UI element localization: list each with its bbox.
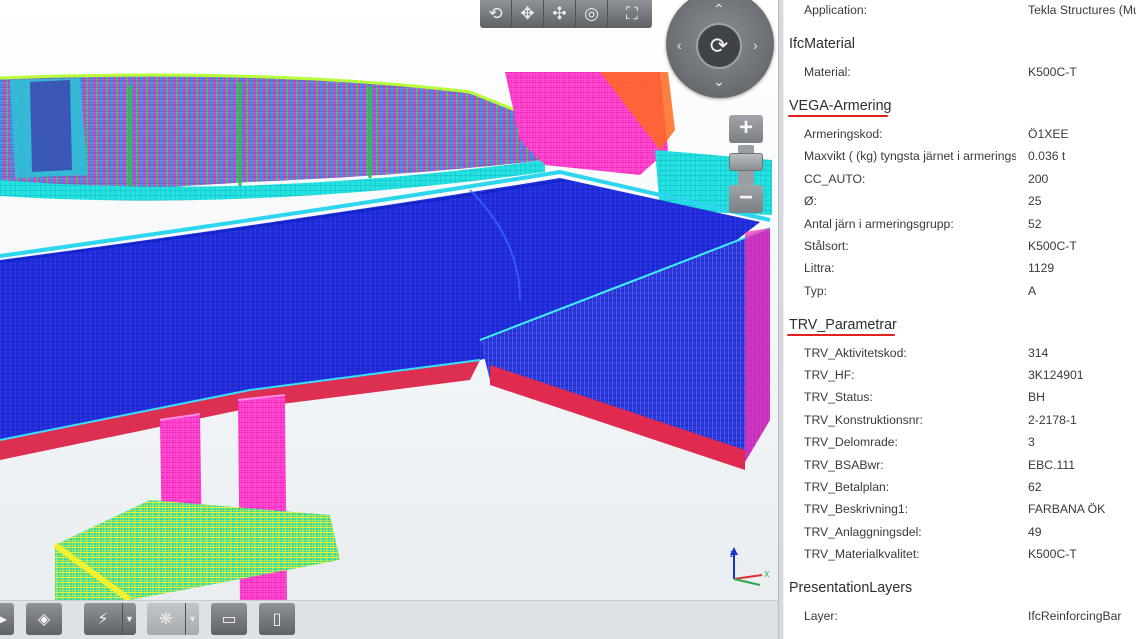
- fit-view-icon[interactable]: ⛶: [612, 0, 652, 28]
- axis-indicator-icon: Z X: [730, 547, 770, 586]
- 3d-viewport[interactable]: ⟲ ✥ ✣ ◎ ⛶ ⌃ ⌄ ‹ › ⟳ + − Z X ▸ ◈ ⚡▼ ❋▼: [0, 0, 778, 639]
- property-key: TRV_Aktivitetskod:: [804, 346, 907, 360]
- section-title-ifcmaterial[interactable]: IfcMaterial: [789, 34, 855, 54]
- property-value: FARBANA ÖK: [1028, 502, 1106, 516]
- property-value: 49: [1028, 525, 1042, 539]
- property-value: K500C-T: [1028, 65, 1077, 79]
- property-value: 3: [1028, 435, 1035, 449]
- orbit-icon[interactable]: ⟲: [480, 0, 512, 28]
- red-underline-annotation: [787, 334, 895, 336]
- walk-icon[interactable]: ✣: [544, 0, 576, 28]
- property-key: TRV_Beskrivning1:: [804, 502, 909, 516]
- property-key: Maxvikt ( (kg) tyngsta järnet i armering…: [804, 149, 1016, 163]
- svg-text:Z: Z: [730, 550, 735, 559]
- look-around-icon[interactable]: ◎: [576, 0, 608, 28]
- property-key: Application:: [804, 3, 868, 17]
- property-key: TRV_Delomrade:: [804, 435, 898, 449]
- properties-panel: Application: Tekla Structures (Mu IfcMat…: [784, 0, 1136, 639]
- arrow-left-icon[interactable]: ‹: [677, 38, 682, 52]
- property-value: BH: [1028, 390, 1045, 404]
- zoom-out-icon[interactable]: −: [729, 185, 763, 213]
- rotate-icon[interactable]: ⟳: [696, 23, 742, 69]
- red-underline-annotation: [788, 115, 888, 117]
- property-value: Tekla Structures (Mu: [1028, 3, 1136, 17]
- property-value: 1129: [1028, 261, 1055, 275]
- property-key: TRV_Betalplan:: [804, 480, 890, 494]
- property-value: 2-2178-1: [1028, 413, 1077, 427]
- property-value: K500C-T: [1028, 547, 1077, 561]
- property-key: TRV_Anlaggningsdel:: [804, 525, 922, 539]
- property-value: IfcReinforcingBar: [1028, 609, 1122, 623]
- property-key: TRV_BSABwr:: [804, 458, 884, 472]
- pan-icon[interactable]: ✥: [512, 0, 544, 28]
- property-value: 62: [1028, 480, 1042, 494]
- section-title-presentationlayers[interactable]: PresentationLayers: [789, 578, 912, 598]
- arrow-right-icon[interactable]: ›: [753, 38, 758, 52]
- property-value: 25: [1028, 194, 1042, 208]
- property-key: Material:: [804, 65, 851, 79]
- property-value: 314: [1028, 346, 1049, 360]
- play-icon[interactable]: ▸: [0, 603, 14, 635]
- property-key: Layer:: [804, 609, 838, 623]
- property-key: TRV_Materialkvalitet:: [804, 547, 920, 561]
- comment-icon[interactable]: ▭: [211, 603, 247, 635]
- property-key: CC_AUTO:: [804, 172, 866, 186]
- section-title-vega-armering[interactable]: VEGA-Armering: [789, 96, 892, 116]
- property-key: Ø:: [804, 194, 817, 208]
- property-key: Typ:: [804, 284, 828, 298]
- zoom-control: + −: [729, 115, 763, 215]
- property-key: Littra:: [804, 261, 835, 275]
- property-value: 52: [1028, 217, 1042, 231]
- property-key: TRV_HF:: [804, 368, 855, 382]
- property-key: Antal järn i armeringsgrupp:: [804, 217, 954, 231]
- property-key: TRV_Konstruktionsnr:: [804, 413, 923, 427]
- property-value: K500C-T: [1028, 239, 1077, 253]
- property-key: TRV_Status:: [804, 390, 873, 404]
- bridge-rebar-model[interactable]: [0, 0, 778, 600]
- bridge-deck: [0, 169, 771, 470]
- property-value: A: [1028, 284, 1037, 298]
- arrow-up-icon[interactable]: ⌃: [713, 2, 725, 16]
- view-cube-icon[interactable]: ◈: [26, 603, 62, 635]
- document-icon[interactable]: ▯: [259, 603, 295, 635]
- property-value: Ö1XEE: [1028, 127, 1069, 141]
- arrow-down-icon[interactable]: ⌄: [713, 74, 725, 88]
- section-title-trv-parametrar[interactable]: TRV_Parametrar: [789, 315, 897, 335]
- filter-icon[interactable]: ❋ ▼: [147, 603, 199, 635]
- bridge-footing: [53, 500, 340, 600]
- lightning-icon[interactable]: ⚡ ▼: [84, 603, 136, 635]
- zoom-in-icon[interactable]: +: [729, 115, 763, 143]
- property-key: Stålsort:: [804, 239, 849, 253]
- svg-text:X: X: [764, 570, 770, 579]
- property-value: EBC.111: [1028, 458, 1075, 472]
- navigation-toolbar: ⟲ ✥ ✣ ◎ ⛶: [480, 0, 652, 28]
- property-key: Armeringskod:: [804, 127, 883, 141]
- property-value: 0.036 t: [1028, 149, 1066, 163]
- property-value: 200: [1028, 172, 1049, 186]
- property-value: 3K124901: [1028, 368, 1084, 382]
- zoom-slider-thumb[interactable]: [729, 153, 763, 171]
- bottom-toolbar: ▸ ◈ ⚡ ▼ ❋ ▼ ▭ ▯: [0, 600, 778, 639]
